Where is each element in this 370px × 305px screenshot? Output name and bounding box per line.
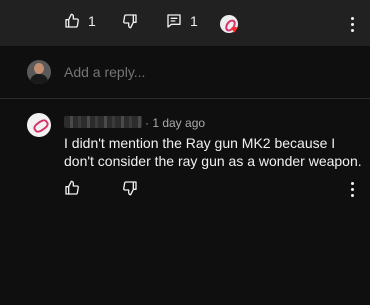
comment-icon[interactable]	[166, 13, 182, 29]
comment-dislike-action[interactable]	[122, 180, 138, 196]
comment-like-action[interactable]	[64, 180, 80, 196]
dislike-action[interactable]	[122, 13, 138, 29]
previous-comment-actions-bar: 1 1 ♥	[0, 0, 370, 46]
reply-action[interactable]: 1	[166, 13, 198, 29]
more-vertical-icon[interactable]	[351, 182, 355, 198]
redacted-author-name	[64, 116, 142, 128]
comment-text: I didn't mention the Ray gun MK2 because…	[64, 135, 362, 169]
more-vertical-icon[interactable]	[351, 17, 355, 33]
reply-count: 1	[190, 13, 198, 29]
thumbs-up-icon[interactable]	[64, 180, 80, 196]
thumbs-down-icon[interactable]	[122, 13, 138, 29]
like-count: 1	[88, 13, 96, 29]
commenter-avatar[interactable]	[27, 113, 51, 137]
comment-timestamp: · 1 day ago	[145, 116, 206, 130]
thumbs-up-icon[interactable]	[64, 13, 80, 29]
heart-icon: ♥	[231, 24, 238, 36]
thumbs-down-icon[interactable]	[122, 180, 138, 196]
reply-input[interactable]	[64, 64, 344, 80]
like-action[interactable]: 1	[64, 13, 96, 29]
avatar	[27, 60, 51, 84]
divider	[0, 98, 370, 99]
